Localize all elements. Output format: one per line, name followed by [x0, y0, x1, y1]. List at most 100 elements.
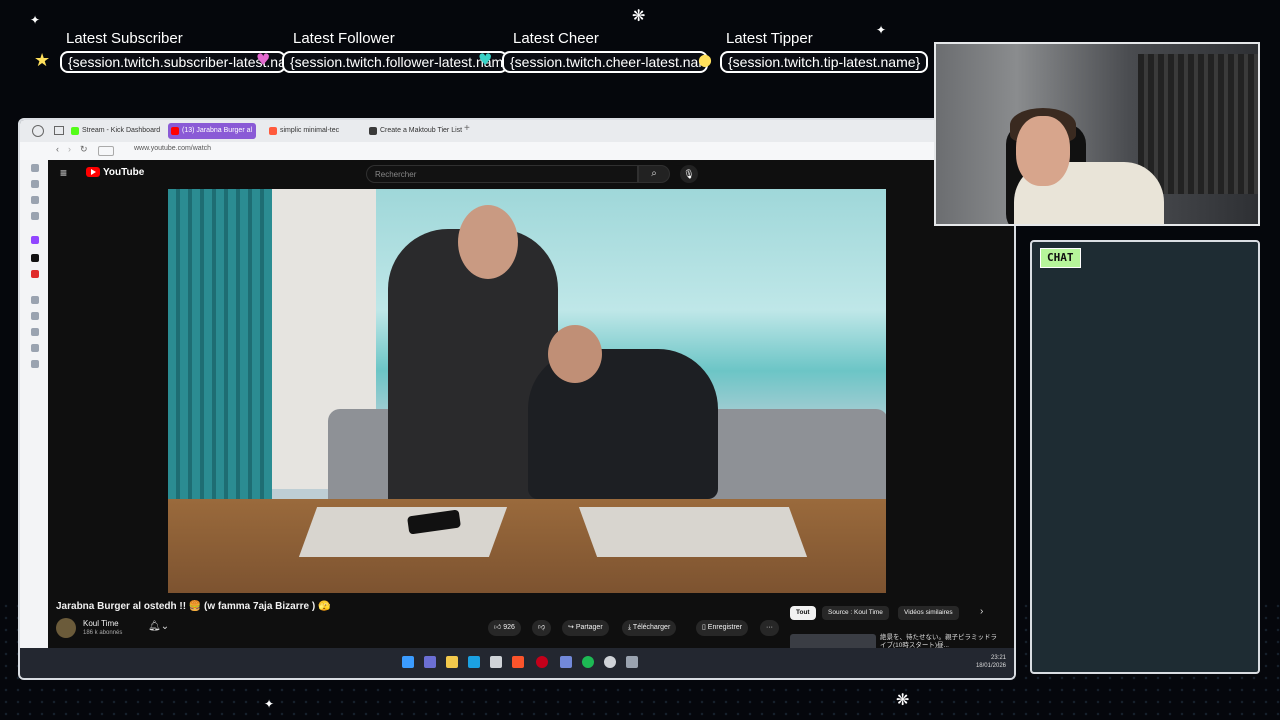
youtube-page: ≡ YouTube Rechercher ⌕ 🎙 ⇧ Jarabna Burge… — [48, 160, 1014, 676]
url-field[interactable]: www.youtube.com/watch — [134, 145, 211, 152]
sparkle-icon: ❋ — [896, 690, 910, 709]
discord-icon[interactable] — [560, 656, 572, 668]
store-icon[interactable] — [490, 656, 502, 668]
edge-icon[interactable] — [468, 656, 480, 668]
mic-icon[interactable]: 🎙 — [680, 165, 698, 183]
tab-kick-dashboard[interactable]: Stream - Kick Dashboard — [68, 123, 164, 139]
pocket-icon[interactable] — [31, 270, 39, 278]
diamond-icon: ♥ — [478, 50, 493, 69]
sidebar-icon[interactable] — [31, 328, 39, 336]
obs-icon[interactable] — [604, 656, 616, 668]
sparkle-icon: ✦ — [30, 13, 41, 27]
latest-tipper-widget: Latest Tipper {session.twitch.tip-latest… — [720, 30, 936, 76]
explorer-icon[interactable] — [446, 656, 458, 668]
taskbar-clock[interactable]: 23:21 18/01/2026 — [976, 654, 1006, 670]
dislike-button[interactable]: 👎︎ — [532, 620, 552, 636]
latest-cheer-widget: Latest Cheer {session.twitch.cheer-lates… — [502, 30, 708, 76]
video-frame-head — [548, 325, 602, 383]
browser-sidebar — [20, 160, 48, 678]
opera-icon[interactable] — [536, 656, 548, 668]
settings-icon[interactable] — [626, 656, 638, 668]
start-icon[interactable] — [402, 656, 414, 668]
latest-subscriber-widget: Latest Subscriber {session.twitch.subscr… — [60, 30, 286, 76]
sidebar-icon[interactable] — [31, 212, 39, 220]
channel-subscribers: 186 k abonnés — [83, 630, 123, 636]
youtube-logo[interactable]: YouTube — [86, 167, 144, 181]
tab-overview-icon[interactable] — [54, 126, 64, 135]
latest-follower-title: Latest Follower — [293, 30, 395, 47]
tab-tier-list[interactable]: Create a Maktoub Tier List — [366, 123, 466, 139]
sidebar-icon[interactable] — [31, 196, 39, 204]
bell-icon[interactable]: 🔔︎⌄ — [148, 621, 169, 632]
chevron-right-icon[interactable]: › — [980, 606, 983, 617]
like-count: 926 — [503, 624, 515, 631]
search-input[interactable]: Rechercher — [366, 165, 638, 183]
download-label: Télécharger — [632, 624, 671, 631]
chip-all[interactable]: Tout — [790, 606, 816, 620]
latest-tipper-title: Latest Tipper — [726, 30, 813, 47]
sparkle-icon: ✦ — [264, 697, 275, 711]
save-label: Enregistrer — [707, 624, 743, 631]
more-button[interactable]: ··· — [760, 620, 779, 636]
video-frame-head — [458, 205, 518, 279]
sidebar-icon[interactable] — [31, 164, 39, 172]
address-bar: ‹ › ↻ www.youtube.com/watch ◻ ◻ ▶ ♡ — [20, 142, 1014, 161]
video-title: Jarabna Burger al ostedh !! 🍔 (w famma 7… — [56, 601, 331, 612]
reload-icon[interactable]: ↻ — [80, 144, 88, 155]
youtube-play-icon — [86, 167, 100, 178]
windows-taskbar: 23:21 18/01/2026 — [20, 648, 1014, 678]
tab-simplic[interactable]: simplic minimal-tec — [266, 123, 343, 139]
webcam-feed — [934, 42, 1260, 226]
channel-name[interactable]: Koul Time — [83, 619, 119, 628]
save-button[interactable]: ▯ Enregistrer — [696, 620, 749, 636]
avatar[interactable] — [56, 618, 76, 638]
star-icon: ★ — [34, 50, 51, 71]
back-icon[interactable]: ‹ — [56, 144, 59, 154]
youtube-icon — [171, 127, 179, 135]
sidebar-icon[interactable] — [31, 180, 39, 188]
chat-label: CHAT — [1040, 248, 1081, 268]
menu-icon[interactable]: ≡ — [60, 166, 67, 180]
sidebar-icon[interactable] — [31, 344, 39, 352]
video-player[interactable] — [168, 189, 886, 593]
sidebar-icon[interactable] — [31, 296, 39, 304]
coin-icon: ● — [698, 50, 712, 69]
teams-icon[interactable] — [424, 656, 436, 668]
webcam-background-clothes — [1138, 54, 1258, 194]
new-tab-button[interactable]: + — [464, 123, 470, 134]
x-icon[interactable] — [31, 254, 39, 262]
kick-icon — [71, 127, 79, 135]
latest-cheer-title: Latest Cheer — [513, 30, 599, 47]
video-frame-placemat — [298, 507, 508, 557]
webcam-face — [1016, 116, 1070, 186]
brave-icon[interactable] — [512, 656, 524, 668]
site-icon — [369, 127, 377, 135]
tab-youtube-video[interactable]: (13) Jarabna Burger al — [168, 123, 257, 139]
latest-follower-value: {session.twitch.follower-latest.name} — [282, 51, 508, 73]
latest-subscriber-title: Latest Subscriber — [66, 30, 183, 47]
search-button[interactable]: ⌕ — [638, 165, 670, 183]
clock-time: 23:21 — [990, 655, 1006, 661]
tab-label: Stream - Kick Dashboard — [82, 127, 161, 134]
latest-follower-widget: Latest Follower {session.twitch.follower… — [282, 30, 508, 76]
twitch-icon[interactable] — [31, 236, 39, 244]
chip-similar[interactable]: Vidéos similaires — [898, 606, 959, 620]
spotify-icon[interactable] — [582, 656, 594, 668]
site-icon — [269, 127, 277, 135]
share-button[interactable]: ↪ Partager — [562, 620, 609, 636]
clock-date: 18/01/2026 — [975, 663, 1006, 669]
like-button[interactable]: 👍︎ 926 — [488, 620, 521, 636]
browser-window: Stream - Kick Dashboard (13) Jarabna Bur… — [18, 118, 1016, 680]
browser-logo-icon — [32, 125, 44, 137]
video-frame-placemat — [578, 507, 808, 557]
vpn-badge[interactable] — [98, 146, 114, 156]
sidebar-icon[interactable] — [31, 312, 39, 320]
chat-panel: CHAT — [1030, 240, 1260, 674]
tab-label: simplic minimal-tec — [280, 127, 340, 134]
forward-icon[interactable]: › — [68, 144, 71, 154]
download-button[interactable]: ⤓ Télécharger — [622, 620, 677, 636]
settings-icon[interactable] — [31, 360, 39, 368]
chip-source[interactable]: Source : Koul Time — [822, 606, 889, 620]
latest-tipper-value: {session.twitch.tip-latest.name} — [720, 51, 929, 73]
share-label: Partager — [575, 624, 603, 631]
